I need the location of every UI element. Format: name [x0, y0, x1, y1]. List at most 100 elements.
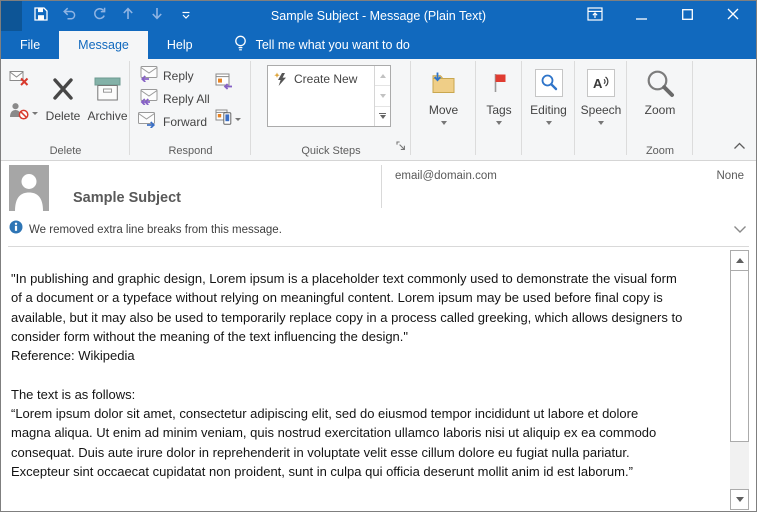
next-item-button[interactable]: [142, 3, 171, 29]
up-triangle-icon: [736, 258, 744, 263]
message-line: Excepteur sint occaecat cupidatat non pr…: [11, 462, 712, 481]
ribbon: Delete Archive Delete Reply: [1, 59, 756, 161]
previous-item-button[interactable]: [113, 3, 142, 29]
ignore-button[interactable]: [9, 67, 41, 92]
block-sender-button[interactable]: [9, 102, 41, 125]
tab-message[interactable]: Message: [59, 31, 148, 59]
message-line: magna aliqua. Ut enim ad minim veniam, q…: [11, 423, 712, 442]
ribbon-group-editing: Editing: [522, 59, 575, 160]
maximize-button[interactable]: [664, 1, 710, 31]
more-respond-actions-button[interactable]: [215, 109, 241, 130]
scrollbar-thumb[interactable]: [730, 270, 749, 442]
close-button[interactable]: [710, 1, 756, 31]
tags-button-label: Tags: [486, 103, 511, 117]
tab-help-label: Help: [167, 38, 193, 52]
zoom-button-label: Zoom: [645, 103, 676, 117]
delete-group-label: Delete: [1, 145, 130, 157]
scroll-down-button[interactable]: [730, 489, 749, 510]
ribbon-display-options-button[interactable]: [572, 1, 618, 31]
speech-button[interactable]: A Speech: [575, 59, 627, 143]
flag-status-value: None: [717, 170, 745, 182]
dropdown-arrow-icon: [496, 121, 502, 125]
meeting-button[interactable]: [215, 73, 241, 95]
zoom-magnifier-icon: [645, 65, 675, 101]
expand-header-button[interactable]: [733, 221, 747, 239]
tell-me-label: Tell me what you want to do: [256, 38, 410, 52]
down-arrow-icon: [151, 7, 163, 25]
title-bar: Sample Subject - Message (Plain Text): [1, 1, 756, 31]
message-line: available, but it may also be used to te…: [11, 308, 712, 327]
lightbulb-icon: [234, 35, 247, 56]
save-icon: [34, 7, 48, 26]
scrollbar-track[interactable]: [730, 442, 749, 489]
delete-button-label: Delete: [46, 109, 81, 123]
quick-steps-scroll: [374, 66, 390, 126]
message-line: “Lorem ipsum dolor sit amet, consectetur…: [11, 404, 712, 423]
gallery-scroll-up-button[interactable]: [375, 66, 390, 86]
move-button-label: Move: [429, 103, 458, 117]
dropdown-arrow-icon: [441, 121, 447, 125]
minimize-icon: [636, 7, 647, 25]
editing-button[interactable]: Editing: [522, 59, 575, 143]
meeting-icon: [215, 77, 233, 94]
message-line: consider form without the meaning of the…: [11, 327, 712, 346]
quick-steps-gallery: Create New: [267, 65, 391, 127]
respond-group-label: Respond: [130, 145, 251, 157]
gallery-more-button[interactable]: [375, 107, 390, 126]
tags-button[interactable]: Tags: [476, 59, 522, 143]
move-button[interactable]: Move: [411, 59, 476, 143]
zoom-group-label: Zoom: [627, 145, 693, 157]
close-icon: [727, 7, 739, 25]
reply-all-icon: [138, 89, 158, 108]
quick-steps-dialog-launcher[interactable]: [396, 138, 406, 156]
tab-file-label: File: [20, 38, 40, 52]
forward-button[interactable]: Forward: [138, 113, 210, 130]
undo-button[interactable]: [55, 3, 84, 29]
message-line: of a document or a typeface without rely…: [11, 288, 712, 307]
app-icon[interactable]: [1, 1, 22, 31]
down-triangle-icon: [380, 94, 386, 98]
message-line: The text is as follows:: [11, 385, 712, 404]
more-respond-actions-icon: [215, 109, 232, 130]
editing-button-label: Editing: [530, 103, 567, 117]
message-body[interactable]: "In publishing and graphic design, Lorem…: [1, 247, 756, 512]
tab-message-label: Message: [78, 38, 129, 52]
message-header: Sample Subject email@domain.com None We …: [1, 161, 756, 247]
lightning-bolt-icon: [274, 72, 288, 126]
ribbon-group-delete: Delete Archive Delete: [1, 59, 130, 160]
ribbon-group-move: Move: [411, 59, 476, 160]
tab-file[interactable]: File: [1, 31, 59, 59]
sender-email[interactable]: email@domain.com: [395, 170, 497, 182]
customize-quick-access-button[interactable]: [171, 3, 200, 29]
up-arrow-icon: [122, 7, 134, 25]
ribbon-group-zoom: Zoom Zoom: [627, 59, 693, 160]
tell-me-box[interactable]: Tell me what you want to do: [234, 31, 410, 59]
collapse-ribbon-button[interactable]: [733, 137, 746, 155]
info-bar: We removed extra line breaks from this m…: [9, 220, 282, 239]
ribbon-group-tags: Tags: [476, 59, 522, 160]
reply-all-button[interactable]: Reply All: [138, 90, 210, 107]
tab-help[interactable]: Help: [148, 31, 212, 59]
vertical-scrollbar[interactable]: [730, 250, 749, 510]
info-circle-icon: [9, 220, 23, 239]
maximize-icon: [682, 7, 693, 25]
ribbon-group-respond: Reply Reply All Forward: [130, 59, 251, 160]
forward-button-label: Forward: [163, 115, 207, 129]
redo-button[interactable]: [84, 3, 113, 29]
block-sender-icon: [9, 102, 29, 125]
reply-button[interactable]: Reply: [138, 67, 210, 84]
save-button[interactable]: [26, 3, 55, 29]
delete-button[interactable]: Delete: [41, 65, 85, 149]
reply-all-button-label: Reply All: [163, 92, 210, 106]
create-new-quick-step[interactable]: Create New: [268, 66, 374, 126]
gallery-scroll-down-button[interactable]: [375, 86, 390, 106]
archive-button[interactable]: Archive: [85, 65, 130, 149]
create-new-label: Create New: [294, 72, 357, 126]
up-triangle-icon: [380, 74, 386, 78]
minimize-button[interactable]: [618, 1, 664, 31]
scroll-up-button[interactable]: [730, 250, 749, 271]
dropdown-arrow-icon: [546, 121, 552, 125]
ignore-icon: [9, 67, 29, 92]
message-line: "In publishing and graphic design, Lorem…: [11, 269, 712, 288]
zoom-button[interactable]: Zoom: [627, 59, 693, 143]
